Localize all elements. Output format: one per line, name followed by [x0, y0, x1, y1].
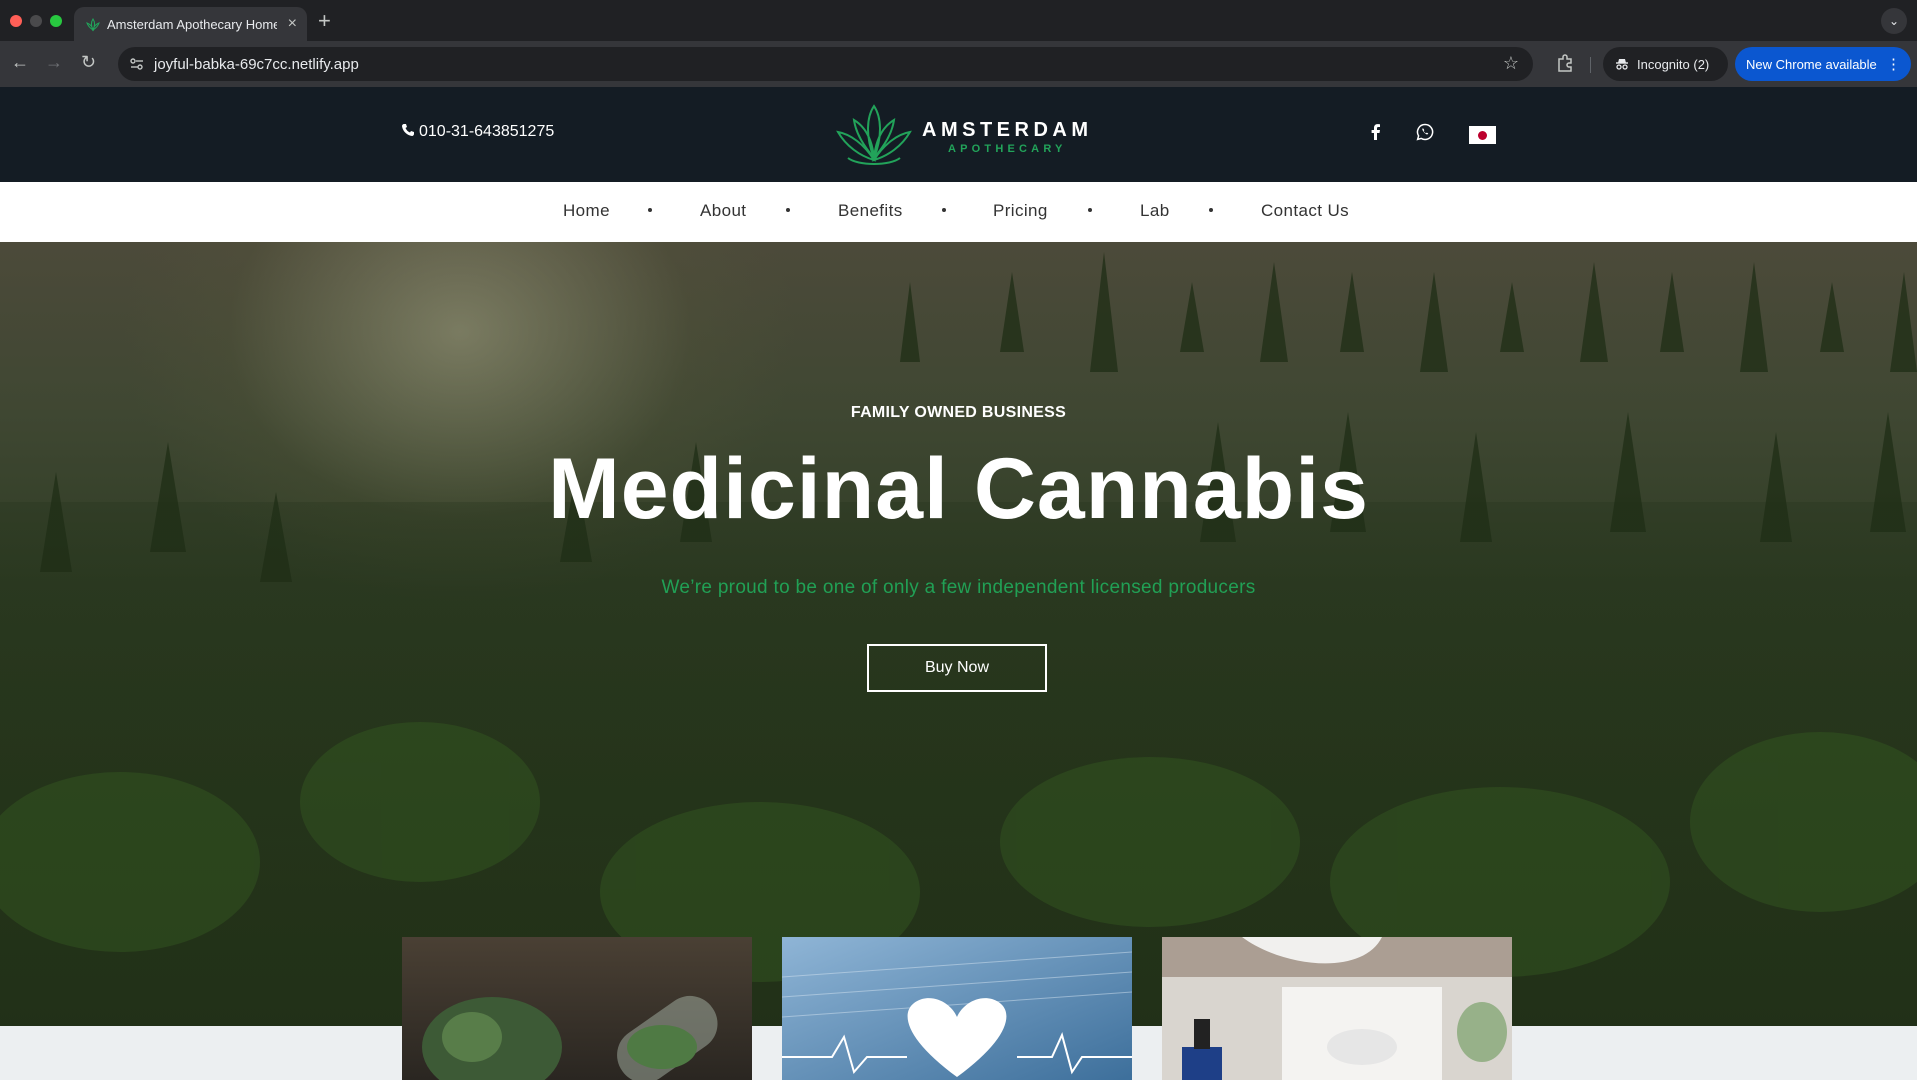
nav-item-benefits[interactable]: Benefits: [838, 201, 903, 221]
nav-item-pricing[interactable]: Pricing: [993, 201, 1048, 221]
phone-contact[interactable]: 010-31-643851275: [401, 123, 554, 141]
url-text: joyful-babka-69c7cc.netlify.app: [154, 56, 359, 73]
feature-card-lab[interactable]: [1162, 937, 1512, 1080]
lotus-logo-icon[interactable]: [834, 102, 914, 168]
main-navigation: Home About Benefits Pricing Lab Contact …: [0, 182, 1917, 242]
chrome-menu-icon[interactable]: ⋮: [1886, 55, 1901, 73]
whatsapp-icon[interactable]: [1415, 122, 1435, 142]
nav-separator: [942, 208, 946, 212]
nav-item-home[interactable]: Home: [563, 201, 610, 221]
incognito-label: Incognito (2): [1637, 57, 1710, 72]
nav-item-about[interactable]: About: [700, 201, 746, 221]
buy-now-button[interactable]: Buy Now: [867, 644, 1047, 692]
browser-toolbar: ← → ↻ joyful-babka-69c7cc.netlify.app ☆ …: [0, 41, 1917, 87]
hero-eyebrow: FAMILY OWNED BUSINESS: [850, 404, 1067, 421]
bookmark-star-icon[interactable]: ☆: [1503, 53, 1519, 74]
phone-number: 010-31-643851275: [419, 123, 555, 140]
toolbar-divider: [1590, 57, 1591, 73]
tab-title: Amsterdam Apothecary Home: [107, 17, 277, 32]
lotus-favicon-icon: [86, 18, 100, 32]
cannabis-field-background: [0, 252, 1917, 1026]
nav-item-lab[interactable]: Lab: [1140, 201, 1170, 221]
window-close-button[interactable]: [10, 15, 22, 27]
incognito-icon: [1616, 59, 1628, 70]
doctor-dropper-bottle-photo: [1162, 937, 1512, 1080]
heart-stethoscope-keyboard-photo: [782, 937, 1132, 1080]
site-header: 010-31-643851275 AMSTERDAM APOTHECARY: [0, 87, 1917, 182]
browser-tab-active[interactable]: Amsterdam Apothecary Home ×: [74, 7, 307, 41]
window-zoom-button[interactable]: [50, 15, 62, 27]
update-label: New Chrome available: [1746, 57, 1877, 72]
nav-separator: [648, 208, 652, 212]
nav-separator: [786, 208, 790, 212]
nav-separator: [1088, 208, 1092, 212]
nav-separator: [1209, 208, 1213, 212]
new-chrome-available-button[interactable]: New Chrome available ⋮: [1735, 47, 1911, 81]
brand-subtitle: APOTHECARY: [948, 143, 1067, 155]
facebook-icon[interactable]: [1366, 122, 1386, 142]
hero-title: Medicinal Cannabis: [548, 441, 1369, 537]
feature-card-cannabis[interactable]: [402, 937, 752, 1080]
nav-item-contact-us[interactable]: Contact Us: [1261, 201, 1349, 221]
extensions-puzzle-icon[interactable]: [1554, 52, 1576, 74]
forward-button[interactable]: →: [45, 52, 63, 73]
feature-card-health[interactable]: [782, 937, 1132, 1080]
browser-tab-bar: Amsterdam Apothecary Home × + ⌄: [0, 0, 1917, 41]
flag-circle: [1478, 131, 1487, 140]
cannabis-buds-capsule-photo: [402, 937, 752, 1080]
tab-close-icon[interactable]: ×: [288, 15, 297, 33]
hero-section: FAMILY OWNED BUSINESS Medicinal Cannabis…: [0, 242, 1917, 1026]
back-button[interactable]: ←: [11, 52, 29, 73]
phone-icon: [402, 124, 414, 136]
incognito-button[interactable]: Incognito (2): [1603, 47, 1728, 81]
japan-flag-icon[interactable]: [1469, 126, 1496, 144]
reload-button[interactable]: ↻: [81, 52, 96, 73]
address-bar[interactable]: joyful-babka-69c7cc.netlify.app ☆: [118, 47, 1533, 81]
brand-name: AMSTERDAM: [922, 119, 1093, 141]
hero-subtitle: We’re proud to be one of only a few inde…: [661, 577, 1256, 598]
new-tab-button[interactable]: +: [318, 8, 331, 34]
site-settings-icon[interactable]: [128, 55, 146, 73]
tab-search-button[interactable]: ⌄: [1881, 8, 1907, 34]
window-minimize-button[interactable]: [30, 15, 42, 27]
